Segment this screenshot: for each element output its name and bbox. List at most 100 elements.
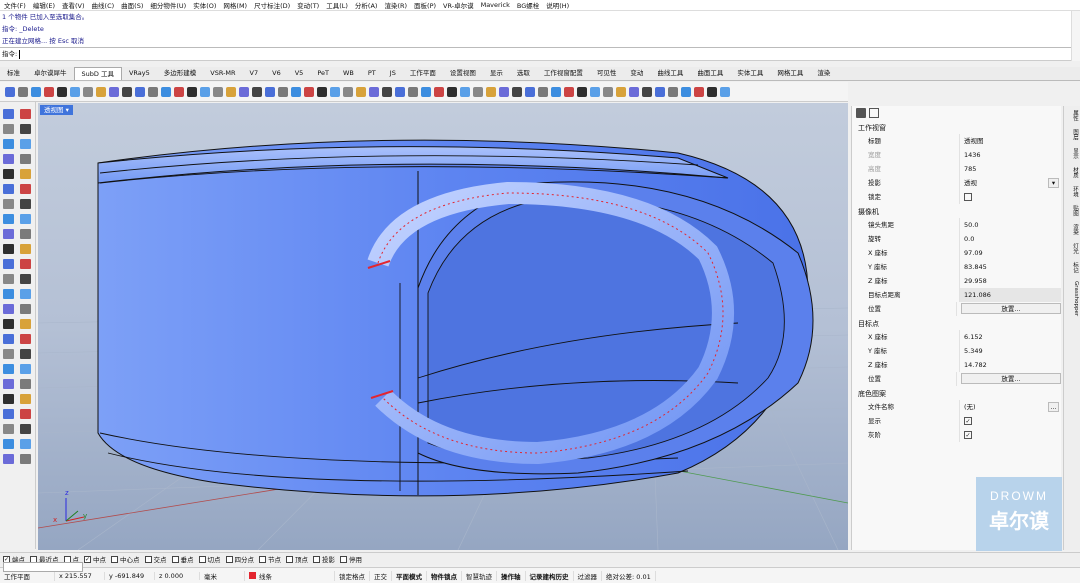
toolbar-tab[interactable]: 显示 <box>483 67 510 80</box>
menu-item[interactable]: 说明(H) <box>546 0 569 10</box>
left-tool-icon[interactable] <box>20 109 31 119</box>
toolbar-tab[interactable]: 卓尔谟犀牛 <box>27 67 74 80</box>
left-tool-icon[interactable] <box>20 229 31 239</box>
left-tool-icon[interactable] <box>20 199 31 209</box>
toolbar-icon[interactable] <box>134 87 145 97</box>
menu-item[interactable]: BG螺栓 <box>517 0 539 10</box>
status-toggle[interactable]: 平面模式 <box>392 570 427 581</box>
osnap-option[interactable]: 停用 <box>340 554 362 564</box>
toolbar-icon[interactable] <box>394 87 405 97</box>
property-value[interactable]: 83.845 <box>959 260 1061 274</box>
left-tool-icon[interactable] <box>3 409 14 419</box>
left-tool-icon[interactable] <box>3 244 14 254</box>
viewport-title-tab[interactable]: 透视图 ▾ <box>40 105 73 115</box>
toolbar-icon[interactable] <box>277 87 288 97</box>
left-tool-icon[interactable] <box>20 124 31 134</box>
menu-item[interactable]: 网格(M) <box>223 0 247 10</box>
place-button[interactable]: 放置... <box>961 303 1061 314</box>
left-tool-icon[interactable] <box>3 154 14 164</box>
toolbar-tab[interactable]: PT <box>361 67 383 80</box>
toolbar-tab[interactable]: 设置视图 <box>443 67 483 80</box>
left-tool-icon[interactable] <box>20 244 31 254</box>
left-tool-icon[interactable] <box>20 394 31 404</box>
right-panel-tab[interactable]: 灯光 <box>1065 241 1079 256</box>
osnap-checkbox[interactable] <box>144 555 152 563</box>
left-tool-icon[interactable] <box>3 184 14 194</box>
left-tool-icon[interactable] <box>20 319 31 329</box>
toolbar-icon[interactable] <box>108 87 119 97</box>
camera-icon[interactable] <box>856 108 866 118</box>
toolbar-icon[interactable] <box>550 87 561 97</box>
left-tool-icon[interactable] <box>3 259 14 269</box>
left-tool-icon[interactable] <box>20 379 31 389</box>
property-value[interactable]: 透视 ▾ <box>959 176 1061 190</box>
menu-item[interactable]: 尺寸标注(D) <box>254 0 290 10</box>
toolbar-icon[interactable] <box>264 87 275 97</box>
toolbar-icon[interactable] <box>82 87 93 97</box>
left-tool-icon[interactable] <box>3 394 14 404</box>
menu-item[interactable]: 文件(F) <box>4 0 26 10</box>
toolbar-icon[interactable] <box>290 87 301 97</box>
toolbar-icon[interactable] <box>69 87 80 97</box>
command-scrollbar[interactable] <box>1071 11 1080 61</box>
left-tool-icon[interactable] <box>3 439 14 449</box>
projection-dropdown-icon[interactable]: ▾ <box>1048 178 1059 188</box>
toolbar-icon[interactable] <box>212 87 223 97</box>
status-toggle[interactable]: 智慧轨迹 <box>462 570 497 581</box>
right-panel-tab[interactable]: 贴图 <box>1065 203 1079 218</box>
toolbar-tab[interactable]: 工作视窗配置 <box>537 67 590 80</box>
osnap-checkbox[interactable] <box>198 555 206 563</box>
osnap-option[interactable]: 中心点 <box>111 554 140 564</box>
toolbar-icon[interactable] <box>316 87 327 97</box>
toolbar-icon[interactable] <box>472 87 483 97</box>
toolbar-icon[interactable] <box>225 87 236 97</box>
toolbar-icon[interactable] <box>576 87 587 97</box>
lock-checkbox[interactable] <box>964 193 972 201</box>
osnap-checkbox[interactable] <box>313 555 320 563</box>
left-tool-icon[interactable] <box>20 334 31 344</box>
toolbar-icon[interactable] <box>160 87 171 97</box>
osnap-option[interactable]: 切点 <box>198 554 221 564</box>
toolbar-icon[interactable] <box>693 87 704 97</box>
osnap-option[interactable]: 交点 <box>144 554 167 564</box>
osnap-checkbox[interactable] <box>259 555 266 563</box>
osnap-checkbox[interactable] <box>286 555 293 563</box>
toolbar-icon[interactable] <box>420 87 431 97</box>
toolbar-tab[interactable]: 工作平面 <box>403 67 443 80</box>
status-toggle[interactable]: 记录建构历史 <box>526 570 574 581</box>
toolbar-icon[interactable] <box>602 87 613 97</box>
property-value[interactable]: 放置... <box>956 372 1061 386</box>
status-toggle[interactable]: 锁定格点 <box>335 570 370 581</box>
menu-item[interactable]: 工具(L) <box>326 0 348 10</box>
property-value[interactable]: ✓ <box>959 414 1061 428</box>
checkbox[interactable]: ✓ <box>964 417 972 425</box>
property-value[interactable]: 0.0 <box>959 232 1061 246</box>
toolbar-icon[interactable] <box>186 87 197 97</box>
status-toggle[interactable]: 过滤器 <box>574 570 602 581</box>
menu-item[interactable]: 查看(V) <box>62 0 85 10</box>
osnap-option[interactable]: 垂点 <box>171 554 194 564</box>
toolbar-tab[interactable]: V6 <box>265 67 288 80</box>
toolbar-tab[interactable]: 渲染 <box>810 67 837 80</box>
status-toggle[interactable]: 绝对公差: 0.01 <box>602 570 656 581</box>
left-tool-icon[interactable] <box>20 424 31 434</box>
toolbar-icon[interactable] <box>667 87 678 97</box>
toolbar-icon[interactable] <box>407 87 418 97</box>
left-tool-icon[interactable] <box>3 289 14 299</box>
left-tool-icon[interactable] <box>3 274 14 284</box>
menu-item[interactable]: 实体(O) <box>193 0 216 10</box>
property-value[interactable]: (无)... <box>959 400 1061 414</box>
toolbar-icon[interactable] <box>628 87 639 97</box>
toolbar-tab[interactable]: SubD 工具 <box>73 67 122 80</box>
left-tool-icon[interactable] <box>20 289 31 299</box>
toolbar-icon[interactable] <box>147 87 158 97</box>
left-tool-icon[interactable] <box>20 214 31 224</box>
toolbar-tab[interactable]: VSR-MR <box>203 67 242 80</box>
left-tool-icon[interactable] <box>20 439 31 449</box>
left-tool-icon[interactable] <box>3 319 14 329</box>
property-value[interactable]: 29.958 <box>959 274 1061 288</box>
left-tool-icon[interactable] <box>3 424 14 434</box>
right-panel-tab[interactable]: Grasshopper <box>1065 279 1079 318</box>
toolbar-icon[interactable] <box>368 87 379 97</box>
left-tool-icon[interactable] <box>3 199 14 209</box>
